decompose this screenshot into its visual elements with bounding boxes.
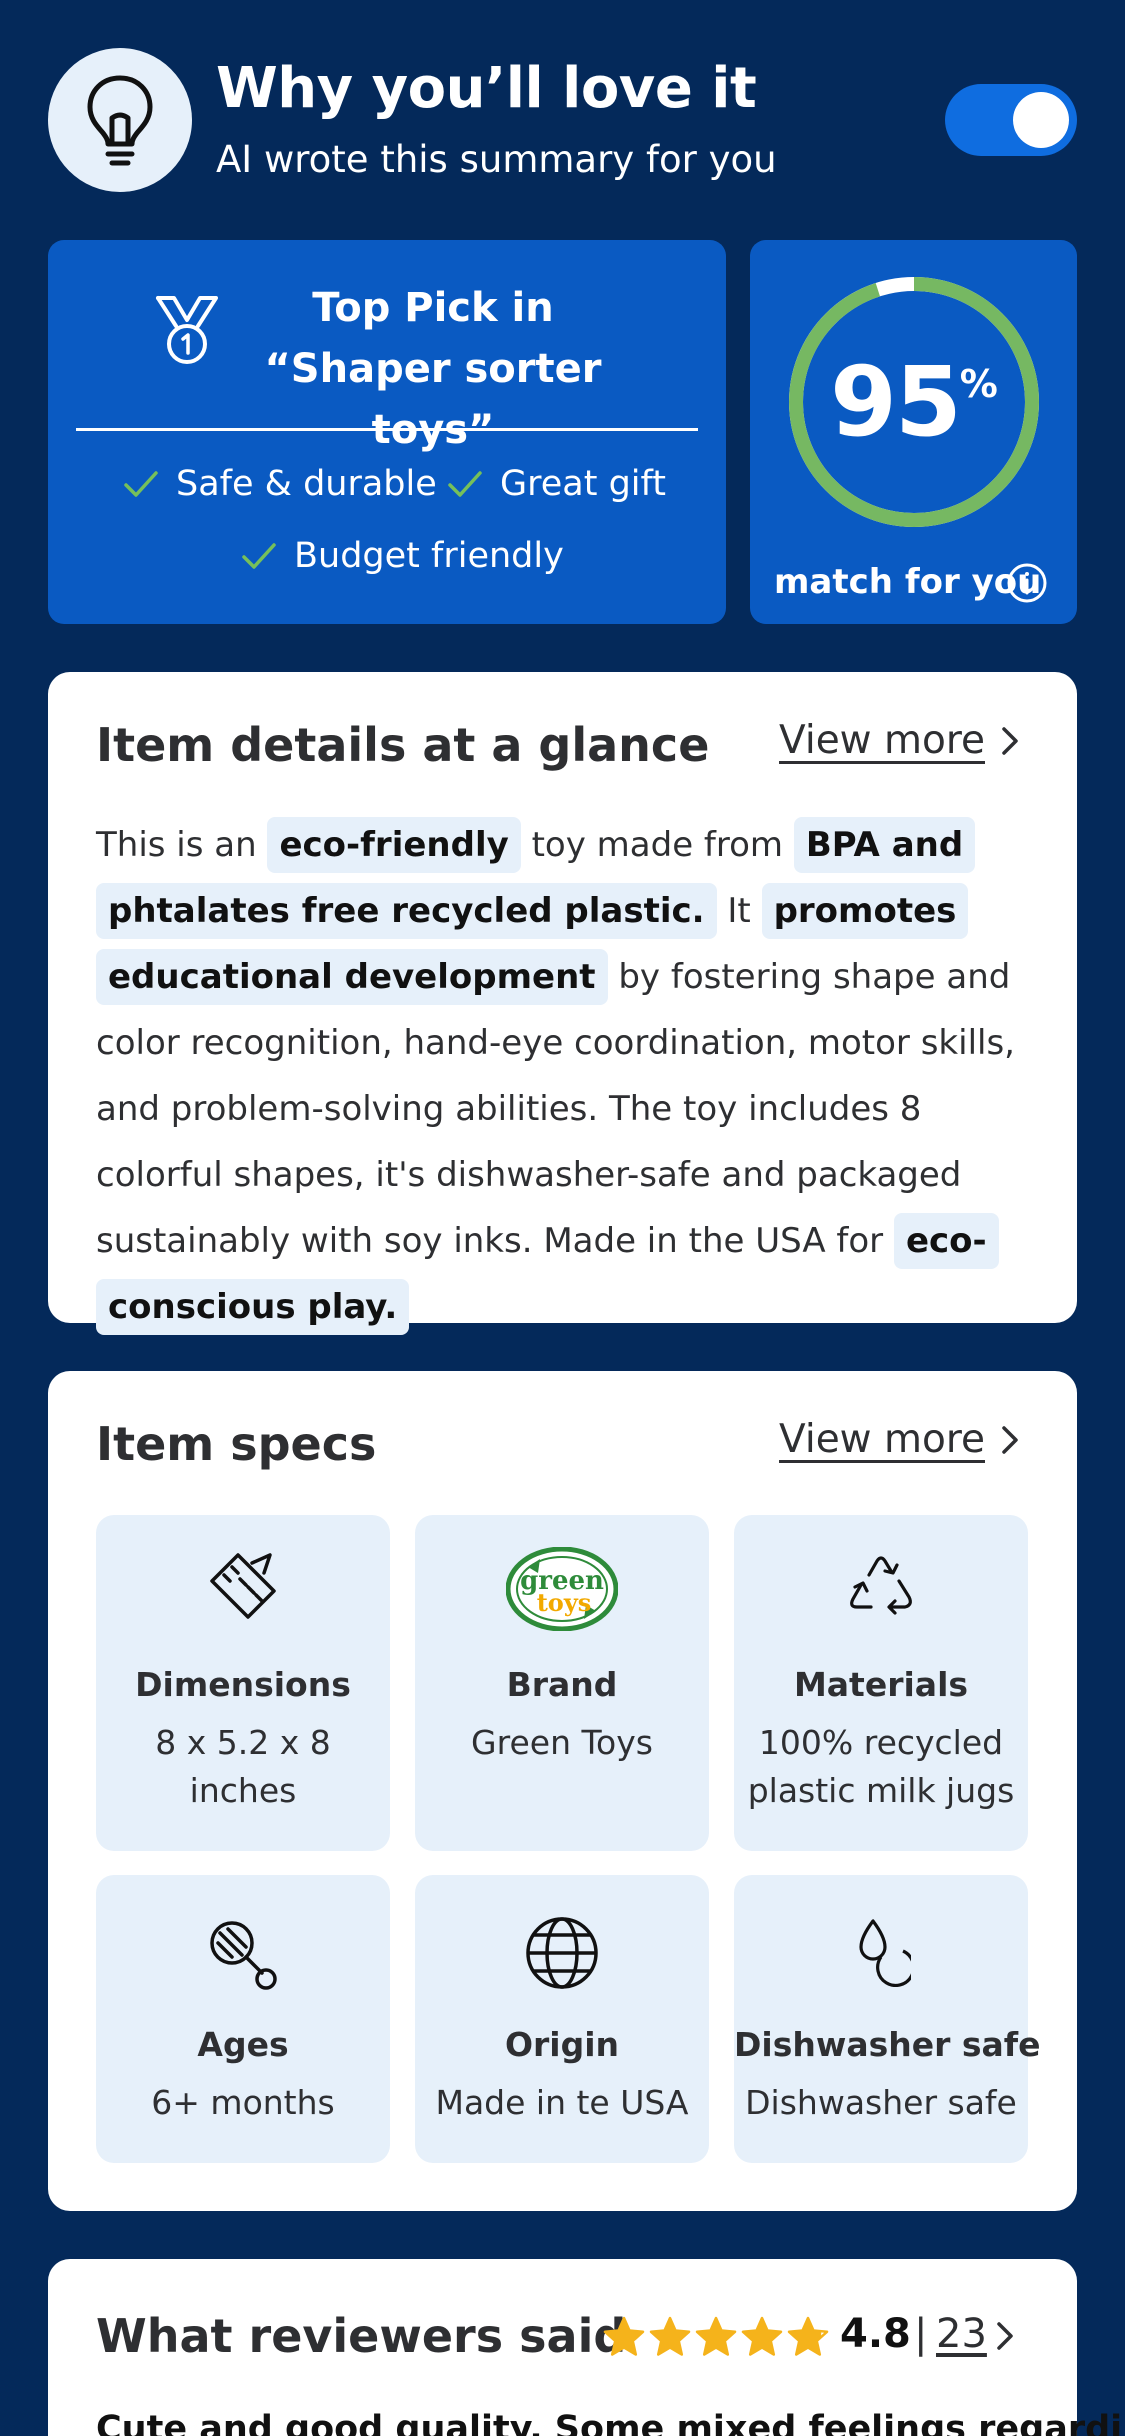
star-icon [787, 2316, 829, 2356]
checkmark-icon [448, 470, 482, 498]
top-pick-card: Top Pick in “Shaper sorter toys” Safe & … [48, 240, 726, 624]
spec-label: Brand [506, 1665, 618, 1704]
spec-value: Made in te USA [435, 2083, 689, 2122]
star-icon [603, 2316, 645, 2356]
spec-value: Dishwasher safe [745, 2083, 1017, 2122]
recycle-icon [734, 1553, 1028, 1619]
review-summary-snippet: Cute and good quality. Some mixed feelin… [96, 2409, 1125, 2436]
match-label: match for you [774, 562, 1042, 602]
spec-label: Origin [504, 2025, 620, 2064]
match-percent-sign: % [959, 362, 998, 406]
pick-tag-label: Safe & durable [176, 464, 437, 504]
spec-label: Ages [197, 2025, 289, 2064]
summary-text: It [716, 891, 762, 931]
spec-brand[interactable]: green toys Brand Green Toys [415, 1515, 709, 1851]
star-icon [695, 2316, 737, 2356]
toggle-knob [1013, 92, 1069, 148]
rating-value: 4.8 [840, 2311, 911, 2357]
reviews-card[interactable]: What reviewers said 4.8 | 23 Cute and go… [48, 2259, 1125, 2436]
lightbulb-icon [48, 48, 192, 192]
star-icon [741, 2316, 783, 2356]
top-pick-title: Top Pick in “Shaper sorter toys” [218, 278, 648, 461]
pick-tag: Budget friendly [242, 536, 564, 576]
review-count-link[interactable]: 23 [936, 2311, 987, 2357]
item-details-card: Item details at a glance View more This … [48, 672, 1077, 1335]
rating-separator: | [914, 2311, 928, 2357]
green-toys-logo: green toys [415, 1547, 709, 1631]
view-more-label: View more [779, 718, 985, 763]
spec-label: Dishwasher safe [734, 2025, 1041, 2064]
pick-tag-label: Budget friendly [294, 536, 564, 576]
spec-dimensions[interactable]: Dimensions 8 x 5.2 x 8 inches [96, 1515, 390, 1851]
spec-origin[interactable]: Origin Made in te USA [415, 1875, 709, 2163]
chevron-right-icon [1001, 726, 1019, 756]
top-pick-category: “Shaper sorter toys” [264, 346, 602, 453]
ai-summary-header: Why you’ll love it AI wrote this summary… [48, 48, 1077, 192]
summary-highlight: eco-friendly [267, 817, 521, 873]
spec-value: 6+ months [151, 2083, 335, 2122]
divider [76, 428, 698, 431]
water-drops-icon [734, 1917, 1028, 1987]
chevron-right-icon [1001, 1425, 1019, 1455]
globe-icon [415, 1915, 709, 1991]
chevron-right-icon[interactable] [996, 2321, 1014, 2355]
item-specs-title: Item specs [96, 1417, 377, 1471]
pick-tag: Safe & durable [124, 464, 437, 504]
summary-text: toy made from [520, 825, 794, 865]
ruler-icon [96, 1551, 390, 1621]
spec-value: 8 x 5.2 x 8 inches [155, 1723, 331, 1810]
star-icon [649, 2316, 691, 2356]
spec-value: 100% recycled plastic milk jugs [747, 1723, 1015, 1810]
spec-label: Materials [793, 1665, 969, 1704]
match-score-card: 95 % match for you [750, 240, 1077, 624]
medal-icon [152, 294, 222, 370]
spec-ages[interactable]: Ages 6+ months [96, 1875, 390, 2163]
spec-label: Dimensions [135, 1665, 351, 1704]
info-icon[interactable] [1006, 562, 1048, 608]
checkmark-icon [124, 470, 158, 498]
rating-stars [602, 2315, 830, 2359]
rattle-icon [96, 1917, 390, 1993]
match-percent-value: 95 [830, 346, 962, 458]
item-details-title: Item details at a glance [96, 718, 710, 772]
header-title: Why you’ll love it [216, 56, 757, 121]
item-details-view-more[interactable]: View more [779, 718, 1019, 763]
item-specs-view-more[interactable]: View more [779, 1417, 1019, 1462]
pick-tag: Great gift [448, 464, 666, 504]
item-details-summary: This is an eco-friendly toy made from BP… [96, 812, 1036, 1340]
top-pick-title-line1: Top Pick in [312, 285, 554, 331]
match-percent: 95 % [788, 276, 1040, 528]
item-specs-card: Item specs View more Dimensions 8 x 5.2 … [48, 1371, 1077, 2211]
pick-tag-label: Great gift [500, 464, 666, 504]
checkmark-icon [242, 542, 276, 570]
view-more-label: View more [779, 1417, 985, 1462]
reviews-title: What reviewers said [96, 2309, 627, 2363]
summary-text: This is an [96, 825, 268, 865]
spec-dishwasher-safe[interactable]: Dishwasher safe Dishwasher safe [734, 1875, 1041, 2163]
ai-summary-toggle[interactable] [945, 84, 1077, 156]
spec-materials[interactable]: Materials 100% recycled plastic milk jug… [734, 1515, 1028, 1851]
header-subtitle: AI wrote this summary for you [216, 138, 777, 181]
logo-word-toys: toys [537, 1588, 592, 1617]
spec-value: Green Toys [471, 1723, 653, 1762]
